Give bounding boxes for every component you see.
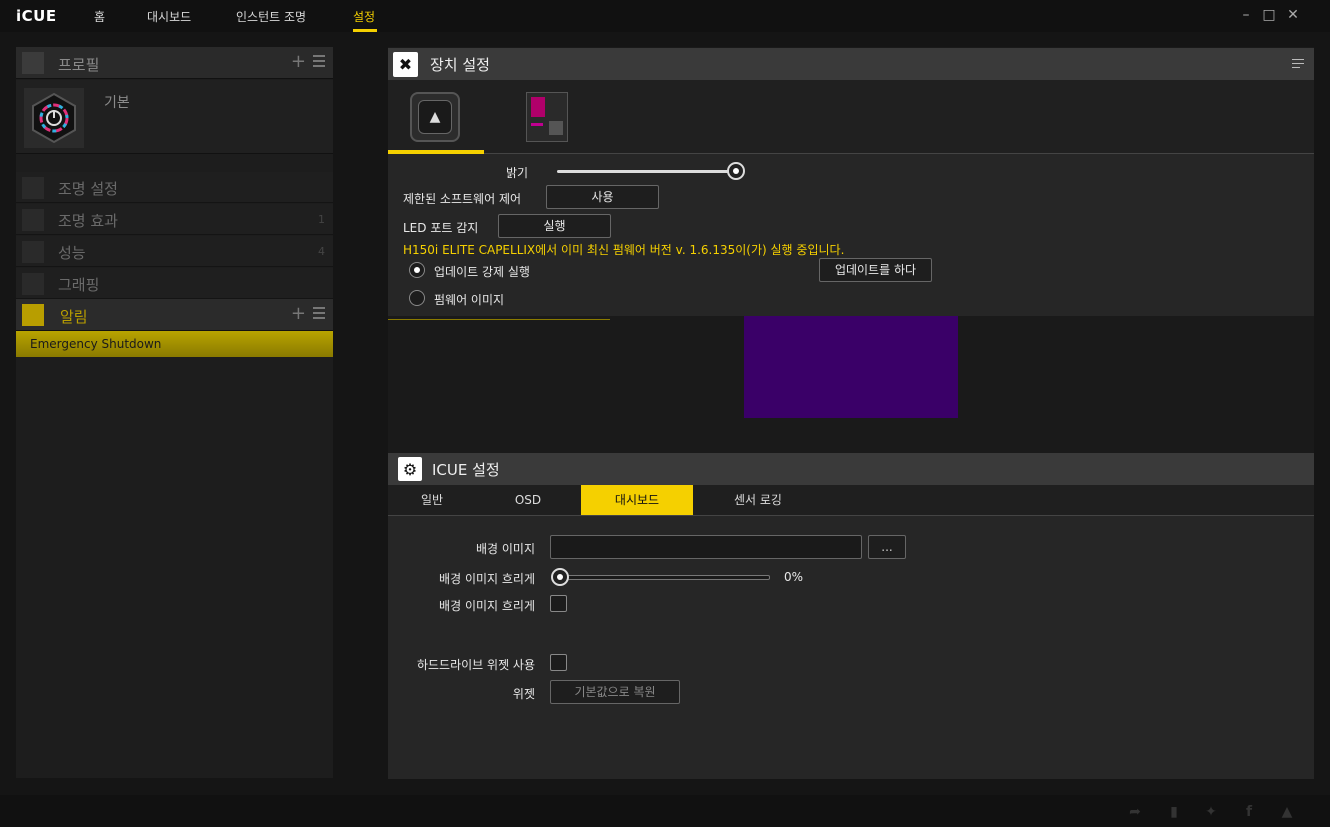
sidebar-item-lighting-setup[interactable]: 조명 설정 [16,172,333,203]
firmware-image-radio[interactable] [409,290,425,306]
graph-icon [22,273,44,295]
wrench-icon: ✖ [393,52,418,77]
nav-instant-lighting[interactable]: 인스턴트 조명 [236,8,306,25]
gear-icon: ⚙ [398,457,422,481]
update-button[interactable]: 업데이트를 하다 [819,258,932,282]
profile-item[interactable]: 기본 [16,80,333,154]
browse-button[interactable]: ... [868,535,906,559]
panel-menu-icon[interactable] [1292,59,1304,71]
force-update-label: 업데이트 강제 실행 [434,265,530,279]
hdd-widget-label: 하드드라이브 위젯 사용 [416,658,535,672]
nav-dashboard[interactable]: 대시보드 [147,8,191,25]
cooler-thumbnail: ▲ [410,92,460,142]
device-tab-motherboard[interactable] [484,80,580,154]
device-settings-panel: ✖ 장치 설정 ▲ 밝기 제한된 소프트웨어 제어 사용 LED 포트 감지 실… [388,48,1314,316]
led-port-label: LED 포트 감지 [403,221,479,235]
alert-item-emergency-shutdown[interactable]: Emergency Shutdown [16,331,333,357]
alerts-header: 알림 + [16,299,333,331]
tab-osd[interactable]: OSD [476,485,580,515]
sidebar-item-label: 그래핑 [58,276,100,294]
tab-sensor-logging[interactable]: 센서 로깅 [693,485,823,515]
profile-hex-icon [32,92,76,144]
nav-settings[interactable]: 설정 [353,8,375,25]
brightness-slider-track[interactable] [557,170,735,173]
bottom-bar: ➦ ▮ ✦ f ▲ [0,795,1330,827]
reset-defaults-button[interactable]: 기본값으로 복원 [550,680,680,704]
app-logo: iCUE [16,7,57,25]
add-profile-icon[interactable]: + [291,51,306,72]
alert-item-label: Emergency Shutdown [30,337,162,351]
minimize-icon[interactable]: – [1238,7,1254,23]
brightness-label: 밝기 [506,166,529,180]
limited-software-label: 제한된 소프트웨어 제어 [403,192,522,206]
sidebar-item-graphing[interactable]: 그래핑 [16,268,333,299]
bg-blur-checkbox[interactable] [550,595,567,612]
motherboard-thumbnail [526,92,568,142]
enable-button[interactable]: 사용 [546,185,659,209]
performance-count: 4 [318,245,325,258]
hidden-button-edge [388,316,610,320]
device-settings-title: 장치 설정 [430,56,490,74]
bg-blur-slider-knob[interactable] [551,568,569,586]
left-panel: 프로필 + 기본 조명 설정 조명 효과 1 성능 4 그래핑 알림 + Eme… [16,47,333,778]
alerts-title: 알림 [60,308,88,326]
bg-blur-label: 배경 이미지 흐리게 [439,572,535,586]
run-button[interactable]: 실행 [498,214,611,238]
sidebar-item-performance[interactable]: 성능 4 [16,236,333,267]
bg-image-path-input[interactable] [550,535,862,559]
lighting-effects-count: 1 [318,213,325,226]
chat-bubble-icon [22,304,44,326]
profile-thumbnail [24,88,84,148]
bg-image-label: 배경 이미지 [475,542,535,556]
nav-home[interactable]: 홈 [94,8,105,25]
device-settings-header: ✖ 장치 설정 [388,48,1314,80]
icue-settings-title: ICUE 설정 [432,461,500,479]
tab-general[interactable]: 일반 [388,485,476,515]
sidebar-item-lighting-effects[interactable]: 조명 효과 1 [16,204,333,235]
lightning-icon [22,209,44,231]
brightness-slider-knob[interactable] [727,162,745,180]
sidebar-item-label: 성능 [58,244,86,262]
firmware-status-message: H150i ELITE CAPELLIX에서 이미 최신 펌웨어 버전 v. 1… [403,243,845,257]
device-tab-cooler[interactable]: ▲ [388,80,484,154]
add-alert-icon[interactable]: + [291,303,306,324]
alerts-menu-icon[interactable] [313,307,325,322]
bg-blur-check-label: 배경 이미지 흐리게 [439,599,535,613]
title-bar: iCUE 홈 대시보드 인스턴트 조명 설정 – □ ✕ [0,0,1330,32]
bg-blur-slider-track[interactable] [558,575,770,580]
device-tabs: ▲ [388,80,1314,154]
icue-settings-panel: ⚙ ICUE 설정 일반 OSD 대시보드 센서 로깅 배경 이미지 ... 배… [388,453,1314,779]
force-update-radio[interactable] [409,262,425,278]
icue-settings-header: ⚙ ICUE 설정 [388,453,1314,485]
profiles-icon [22,52,44,74]
sidebar-item-label: 조명 효과 [58,212,118,230]
corsair-icon[interactable]: ▲ [1279,804,1295,820]
active-nav-indicator [353,29,377,32]
sidebar-item-label: 조명 설정 [58,180,118,198]
corsair-logo-icon: ▲ [418,100,452,134]
icue-tabs: 일반 OSD 대시보드 센서 로깅 [388,485,1314,516]
color-preview [744,316,958,418]
maximize-icon[interactable]: □ [1261,7,1277,23]
tab-dashboard[interactable]: 대시보드 [581,485,693,515]
hdd-widget-checkbox[interactable] [550,654,567,671]
sliders-icon [22,241,44,263]
facebook-icon[interactable]: f [1241,804,1257,820]
firmware-image-label: 펌웨어 이미지 [434,293,505,307]
chat-icon[interactable]: ▮ [1166,804,1182,820]
profiles-title: 프로필 [58,56,100,74]
twitter-icon[interactable]: ✦ [1203,804,1219,820]
widget-label: 위젯 [512,687,535,701]
tools-icon [22,177,44,199]
close-icon[interactable]: ✕ [1285,7,1301,23]
profiles-menu-icon[interactable] [313,55,325,70]
profiles-header: 프로필 + [16,47,333,79]
profile-name: 기본 [104,95,130,111]
bg-blur-value: 0% [784,570,804,584]
share-icon[interactable]: ➦ [1127,804,1143,820]
